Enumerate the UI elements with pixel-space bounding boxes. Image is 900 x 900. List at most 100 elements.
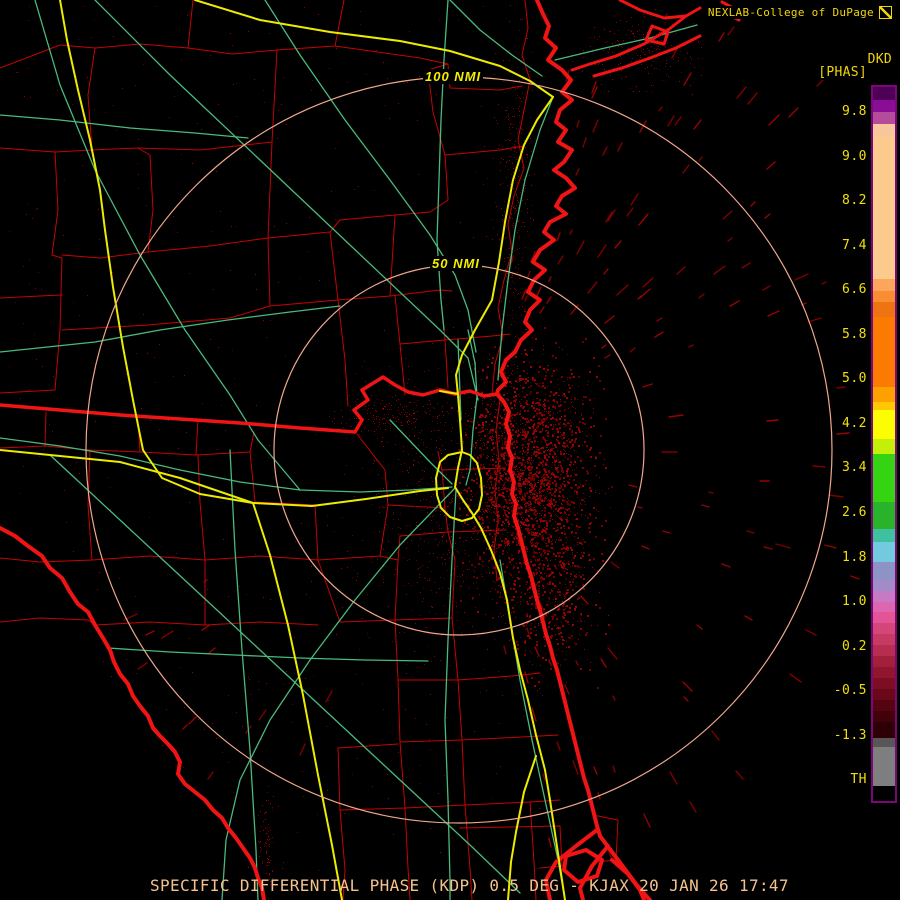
scale-segment bbox=[873, 667, 895, 678]
highway-green bbox=[554, 24, 698, 61]
range-ring-label-50nmi: 50 NMI bbox=[430, 256, 482, 271]
coastline bbox=[0, 526, 266, 900]
scale-segment bbox=[873, 700, 895, 711]
county-line bbox=[137, 141, 273, 151]
coastline bbox=[618, 0, 702, 20]
scale-segment bbox=[873, 711, 895, 722]
radar-echo-pixels bbox=[28, 5, 702, 881]
scale-segment bbox=[873, 786, 895, 797]
scale-segment bbox=[873, 439, 895, 454]
county-line bbox=[91, 454, 206, 561]
county-line bbox=[187, 0, 345, 55]
scale-tick-label: 9.8 bbox=[841, 104, 868, 119]
color-scale-bar bbox=[871, 85, 897, 803]
scale-tick-label: 8.2 bbox=[841, 193, 868, 209]
scale-segment bbox=[873, 279, 895, 291]
scale-tick-label: 0.2 bbox=[841, 638, 868, 654]
county-line bbox=[457, 672, 541, 681]
scale-segment bbox=[873, 602, 895, 612]
county-line bbox=[94, 0, 194, 49]
county-line bbox=[379, 507, 449, 561]
scale-segment bbox=[873, 317, 895, 387]
radar-map bbox=[0, 0, 860, 900]
interstate-road bbox=[194, 0, 554, 98]
scale-segment bbox=[873, 542, 895, 562]
highway-green bbox=[389, 419, 453, 485]
scale-segment bbox=[873, 100, 895, 112]
scale-segment bbox=[873, 562, 895, 580]
scale-segment bbox=[873, 454, 895, 502]
scale-segment bbox=[873, 645, 895, 656]
product-code: DKD bbox=[866, 52, 893, 67]
radar-echo-pixels bbox=[6, 5, 702, 882]
scale-segment bbox=[873, 656, 895, 667]
county-line bbox=[267, 231, 339, 307]
scale-tick-label: 5.0 bbox=[841, 371, 868, 387]
county-line bbox=[147, 231, 331, 253]
highway-green bbox=[499, 559, 566, 900]
scale-tick-label: 1.0 bbox=[841, 594, 868, 610]
highway-green bbox=[107, 647, 429, 662]
brand-text: NEXLAB-College of DuPage bbox=[707, 6, 874, 19]
scale-tick-label: 4.2 bbox=[841, 415, 868, 431]
scale-tick-label: 6.6 bbox=[841, 282, 868, 298]
county-line bbox=[317, 559, 399, 623]
scale-tick-label: 5.8 bbox=[841, 326, 868, 342]
county-line bbox=[44, 411, 47, 447]
county-line bbox=[441, 467, 506, 471]
county-line bbox=[0, 294, 63, 299]
county-line bbox=[404, 739, 466, 809]
product-units: [PHAS] bbox=[817, 65, 868, 80]
county-line bbox=[54, 147, 154, 259]
highway-green bbox=[221, 487, 456, 900]
scale-segment bbox=[873, 623, 895, 634]
state-line bbox=[0, 375, 499, 434]
radar-display: 100 NMI 50 NMI NEXLAB-College of DuPage … bbox=[0, 0, 900, 900]
county-line bbox=[461, 734, 559, 741]
scale-tick-label: 3.4 bbox=[841, 460, 868, 476]
cod-logo-icon[interactable] bbox=[879, 6, 892, 19]
scale-segment bbox=[873, 612, 895, 623]
scale-segment bbox=[873, 738, 895, 747]
scale-segment bbox=[873, 722, 895, 738]
county-line bbox=[337, 299, 349, 407]
radar-echo-pixels bbox=[15, 6, 694, 899]
scale-tick-label: 1.8 bbox=[841, 549, 868, 565]
scale-tick-label: -0.5 bbox=[832, 683, 868, 699]
scale-segment bbox=[873, 529, 895, 542]
county-line bbox=[329, 63, 449, 233]
coastline bbox=[495, 392, 602, 838]
highway-green bbox=[0, 114, 249, 139]
scale-segment bbox=[873, 591, 895, 602]
scale-segment bbox=[873, 302, 895, 317]
county-line bbox=[0, 147, 63, 394]
scale-tick-label: 2.6 bbox=[841, 504, 868, 520]
county-line bbox=[267, 49, 278, 239]
scale-threshold-label: TH bbox=[849, 772, 868, 788]
county-line bbox=[204, 621, 319, 626]
scale-segment bbox=[873, 87, 895, 100]
scale-segment bbox=[873, 502, 895, 529]
county-line bbox=[397, 679, 463, 743]
scale-segment bbox=[873, 580, 895, 591]
product-title: SPECIFIC DIFFERENTIAL PHASE (KDP) 0.5 DE… bbox=[150, 876, 789, 895]
scale-segment bbox=[873, 291, 895, 302]
county-line bbox=[394, 289, 446, 345]
highway-green bbox=[229, 449, 259, 900]
scale-segment bbox=[873, 747, 895, 786]
scale-segment bbox=[873, 387, 895, 402]
header-brand: NEXLAB-College of DuPage bbox=[706, 6, 893, 19]
radar-echo-pixels bbox=[16, 14, 695, 881]
scale-segment bbox=[873, 136, 895, 279]
county-line bbox=[447, 529, 507, 533]
highway-green bbox=[0, 305, 341, 353]
coastline bbox=[495, 0, 577, 396]
scale-tick-label: -1.3 bbox=[832, 727, 868, 743]
range-ring-label-100nmi: 100 NMI bbox=[423, 69, 484, 84]
highway-green bbox=[0, 437, 453, 493]
county-line bbox=[337, 214, 396, 301]
county-line bbox=[444, 145, 525, 156]
scale-segment bbox=[873, 112, 895, 124]
scale-segment bbox=[873, 678, 895, 689]
scale-segment bbox=[873, 689, 895, 700]
